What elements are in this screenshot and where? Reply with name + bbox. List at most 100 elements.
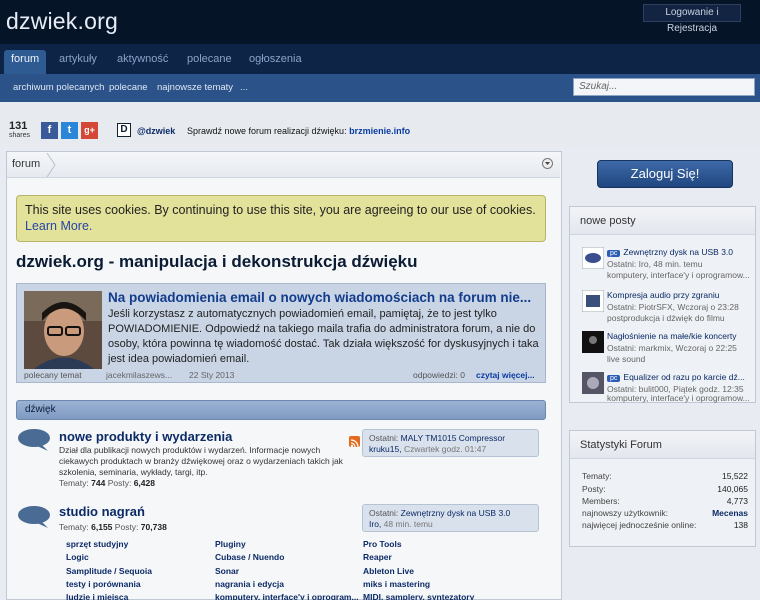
subforum-link[interactable]: testy i porównania <box>66 579 141 589</box>
featured-author[interactable]: jacekmilaszews... <box>106 370 172 380</box>
subforum-link[interactable]: komputery, interface'y i oprogram... <box>215 592 359 600</box>
subforum-link[interactable]: Reaper <box>363 552 392 562</box>
subforum-link[interactable]: nagrania i edycja <box>215 579 284 589</box>
category-header[interactable]: dźwięk <box>16 400 546 420</box>
forum-bubble-icon <box>18 506 50 528</box>
read-more-link[interactable]: czytaj więcej... <box>476 370 535 380</box>
last-post-title[interactable]: MALY TM1015 Compressor <box>401 433 505 443</box>
facebook-share-button[interactable]: f <box>41 122 58 139</box>
promo-label: Sprawdź nowe forum realizacji dźwięku: <box>187 126 347 136</box>
recent-post-meta: Ostatni: Iro, 48 min. temu <box>607 259 703 269</box>
share-bar <box>0 102 760 147</box>
recent-post-title[interactable]: pc Equalizer od razu po karcie dź... <box>607 372 745 382</box>
forum-title-studio[interactable]: studio nagrań <box>59 504 145 519</box>
cookie-learn-more-link[interactable]: Learn More. <box>25 219 92 233</box>
stat-label: najnowszy użytkownik: <box>582 508 668 518</box>
newest-member-link[interactable]: Mecenas <box>712 508 748 518</box>
recent-post-forum[interactable]: komputery, interface'y i oprogramow... <box>607 393 750 404</box>
featured-label: polecany temat <box>24 370 82 380</box>
last-post-label: Ostatni: <box>369 433 399 443</box>
featured-replies: odpowiedzi: 0 <box>413 370 465 380</box>
rss-icon[interactable] <box>349 436 360 448</box>
tab-articles[interactable]: artykuły <box>52 50 104 74</box>
subforum-link[interactable]: Cubase / Nuendo <box>215 552 284 562</box>
last-post-time: Czwartek godz. 01:47 <box>403 444 487 454</box>
post-thumb-icon[interactable] <box>582 372 604 394</box>
post-thumb-icon[interactable] <box>582 331 604 353</box>
site-logo[interactable]: dzwiek.org <box>6 8 118 35</box>
search-input[interactable]: Szukaj... <box>573 78 755 96</box>
cookie-notice: This site uses cookies. By continuing to… <box>16 195 546 242</box>
breadcrumb <box>7 152 560 178</box>
stat-value: 4,773 <box>726 496 748 506</box>
forum-title-new-products[interactable]: nowe produkty i wydarzenia <box>59 429 232 444</box>
last-post-user[interactable]: Iro, <box>369 519 381 529</box>
subforum-link[interactable]: Logic <box>66 552 89 562</box>
subforum-link[interactable]: MIDI, samplery, syntezatory <box>363 592 474 600</box>
subforum-link[interactable]: sprzęt studyjny <box>66 539 128 549</box>
recent-post-forum[interactable]: live sound <box>607 354 645 365</box>
promo-link[interactable]: brzmienie.info <box>349 126 410 136</box>
subtab-more[interactable]: ... <box>240 82 248 93</box>
forum-bubble-icon <box>18 429 50 451</box>
recent-post-forum[interactable]: komputery, interface'y i oprogramow... <box>607 270 750 281</box>
last-post-label: Ostatni: <box>369 508 399 518</box>
subtab-archive[interactable]: archiwum polecanych <box>13 82 104 93</box>
recent-post-forum[interactable]: postprodukcja i dźwięk do filmu <box>607 313 725 324</box>
post-thumb-icon[interactable] <box>582 247 604 269</box>
featured-thread-title[interactable]: Na powiadomienia email o nowych wiadomoś… <box>108 290 531 305</box>
tab-activity[interactable]: aktywność <box>110 50 175 74</box>
forum-stats-title: Statystyki Forum <box>570 431 755 459</box>
topics-count: 744 <box>91 478 106 488</box>
twitter-share-button[interactable]: t <box>61 122 78 139</box>
collapse-toggle-icon[interactable] <box>542 158 553 169</box>
last-post-box[interactable]: Ostatni: MALY TM1015 Compressor kruku15,… <box>362 429 539 457</box>
subforum-link[interactable]: Samplitude / Sequoia <box>66 566 152 576</box>
featured-thread-excerpt: Jeśli korzystasz z automatycznych powiad… <box>108 308 539 365</box>
recent-post-title[interactable]: pc Zewnętrzny dysk na USB 3.0 <box>607 247 733 257</box>
last-post-box[interactable]: Ostatni: Zewnętrzny dysk na USB 3.0 Iro,… <box>362 504 539 532</box>
subtab-latest-topics[interactable]: najnowsze tematy <box>157 82 233 93</box>
page-title: dzwiek.org - manipulacja i dekonstrukcja… <box>16 252 418 271</box>
promo-text: Sprawdź nowe forum realizacji dźwięku: b… <box>187 126 410 136</box>
share-label: shares <box>9 132 31 139</box>
subforum-link[interactable]: Pro Tools <box>363 539 402 549</box>
google-plus-share-button[interactable]: g+ <box>81 122 98 139</box>
tab-classifieds[interactable]: ogłoszenia <box>242 50 309 74</box>
recent-post-meta: Ostatni: markmix, Wczoraj o 22:25 <box>607 343 737 353</box>
last-post-title[interactable]: Zewnętrzny dysk na USB 3.0 <box>401 508 511 518</box>
recent-post-title-text[interactable]: Zewnętrzny dysk na USB 3.0 <box>623 247 733 257</box>
stat-value: 140,065 <box>717 484 748 494</box>
prefix-badge: pc <box>607 375 621 382</box>
login-register-link[interactable]: Logowanie i Rejestracja <box>643 4 741 34</box>
topics-count: 6,155 <box>91 522 113 532</box>
subtab-recommended[interactable]: polecane <box>109 82 148 93</box>
last-post-user[interactable]: kruku15, <box>369 444 402 454</box>
subforum-link[interactable]: ludzie i miejsca <box>66 592 128 600</box>
dzwiek-d-icon: D <box>117 123 131 137</box>
subforum-link[interactable]: miks i mastering <box>363 579 430 589</box>
share-count: 131 <box>9 120 28 132</box>
stat-label: Posty: <box>582 484 606 494</box>
tab-forum[interactable]: forum <box>4 50 47 74</box>
featured-author-avatar[interactable] <box>24 291 102 369</box>
main-nav: forum artykuły aktywność polecane ogłosz… <box>0 44 760 74</box>
stat-label: najwięcej jednocześnie online: <box>582 520 697 530</box>
tab-recommended[interactable]: polecane <box>180 50 239 74</box>
last-post-time: 48 min. temu <box>383 519 433 529</box>
recent-posts-title: nowe posty <box>570 207 755 235</box>
twitter-handle-link[interactable]: @dzwiek <box>137 126 175 136</box>
post-thumb-icon[interactable] <box>582 290 604 312</box>
breadcrumb-forum-link[interactable]: forum <box>12 158 40 170</box>
recent-post-title[interactable]: Kompresja audio przy zgraniu <box>607 290 719 300</box>
login-button[interactable]: Zaloguj Się! <box>597 160 733 188</box>
subforum-link[interactable]: Ableton Live <box>363 566 414 576</box>
subforum-link[interactable]: Sonar <box>215 566 239 576</box>
posts-count: 70,738 <box>140 522 167 532</box>
recent-post-title-text[interactable]: Equalizer od razu po karcie dź... <box>623 372 744 382</box>
topics-label: Tematy: <box>59 478 89 488</box>
prefix-badge: pc <box>607 250 621 257</box>
posts-count: 6,428 <box>133 478 155 488</box>
subforum-link[interactable]: Pluginy <box>215 539 246 549</box>
recent-post-title[interactable]: Nagłośnienie na małe/kie koncerty <box>607 331 736 341</box>
